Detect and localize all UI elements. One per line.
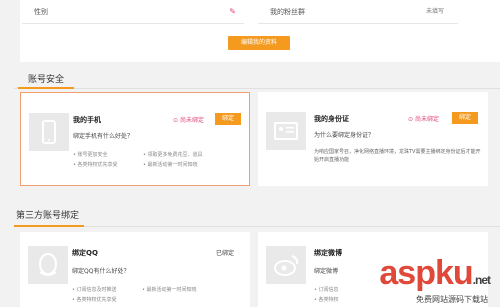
pencil-icon[interactable]: ✎ bbox=[229, 0, 236, 24]
qq-benefit: • 订阅信息及时推送 bbox=[72, 287, 117, 293]
section-underline bbox=[14, 225, 84, 227]
qq-status: 已绑定 bbox=[216, 250, 235, 257]
qq-benefit: • 最新活动第一时间知晓 bbox=[142, 287, 197, 293]
watermark-logo: aspku.net bbox=[379, 254, 491, 292]
fan-group-label: 我的粉丝群 bbox=[270, 8, 305, 16]
phone-title: 我的手机 bbox=[73, 116, 101, 124]
phone-benefit: • 各类特权优先享受 bbox=[73, 162, 118, 168]
section-title: 账号安全 bbox=[28, 75, 65, 85]
id-card-description: 为响应国家号召，净化网络直播环境，龙珠TV需要主播绑定身份证后才能开始开启直播功… bbox=[314, 149, 481, 163]
bind-id-card-button[interactable]: 绑定 bbox=[452, 112, 478, 124]
phone-benefit: • 账号更加安全 bbox=[73, 152, 108, 158]
phone-card: 我的手机 ⊙ 尚未绑定 绑定 绑定手机有什么好处？ • 账号更加安全 • 领取更… bbox=[20, 92, 250, 186]
qq-benefit: • 各类特权优先享受 bbox=[72, 297, 117, 303]
weibo-question: 绑定微博 bbox=[314, 268, 339, 275]
qq-card: 绑定QQ 已绑定 绑定QQ有什么好处？ • 订阅信息及时推送 • 最新活动第一时… bbox=[20, 232, 250, 307]
edit-profile-button[interactable]: 编辑我的资料 bbox=[228, 36, 290, 50]
weibo-title: 绑定微博 bbox=[314, 249, 342, 257]
fan-group-field[interactable]: 我的粉丝群 未填写 bbox=[258, 0, 458, 24]
qq-thumb bbox=[28, 246, 68, 284]
weibo-thumb bbox=[266, 246, 306, 284]
gender-label: 性别 bbox=[34, 8, 48, 16]
phone-thumb bbox=[29, 113, 69, 151]
id-card-card: 我的身份证 ⊙ 尚未绑定 绑定 为什么要绑定身份证？ 为响应国家号召，净化网络直… bbox=[258, 92, 488, 186]
weibo-icon bbox=[274, 255, 299, 276]
fan-group-value: 未填写 bbox=[425, 8, 444, 15]
phone-icon bbox=[42, 120, 56, 144]
phone-benefit: • 领取更多免费花豆、道具 bbox=[143, 152, 203, 158]
section-title: 第三方账号绑定 bbox=[16, 211, 80, 221]
divider bbox=[14, 226, 500, 227]
divider bbox=[14, 88, 500, 89]
qq-title: 绑定QQ bbox=[72, 249, 98, 257]
id-card-status: ⊙ 尚未绑定 bbox=[408, 116, 439, 123]
qq-question: 绑定QQ有什么好处？ bbox=[72, 268, 130, 275]
gender-field[interactable]: 性别 ✎ bbox=[22, 0, 244, 24]
qq-icon bbox=[39, 253, 57, 276]
phone-benefit: • 最新活动第一时间知晓 bbox=[143, 162, 198, 168]
phone-question: 绑定手机有什么好处？ bbox=[73, 133, 134, 140]
section-underline bbox=[18, 87, 74, 89]
id-card-thumb bbox=[266, 112, 306, 150]
watermark-caption: 免费网站源码下载站 bbox=[416, 295, 488, 304]
phone-status: ⊙ 尚未绑定 bbox=[173, 117, 204, 124]
id-card-title: 我的身份证 bbox=[314, 115, 349, 123]
account-security-section: 账号安全 bbox=[14, 66, 500, 89]
third-party-section: 第三方账号绑定 bbox=[14, 204, 500, 227]
weibo-benefit: • 各类特权 bbox=[314, 297, 339, 303]
bind-phone-button[interactable]: 绑定 bbox=[215, 113, 241, 125]
id-card-icon bbox=[274, 122, 298, 140]
weibo-benefit: • 订阅信息 bbox=[314, 287, 339, 293]
id-card-question: 为什么要绑定身份证？ bbox=[314, 132, 375, 139]
